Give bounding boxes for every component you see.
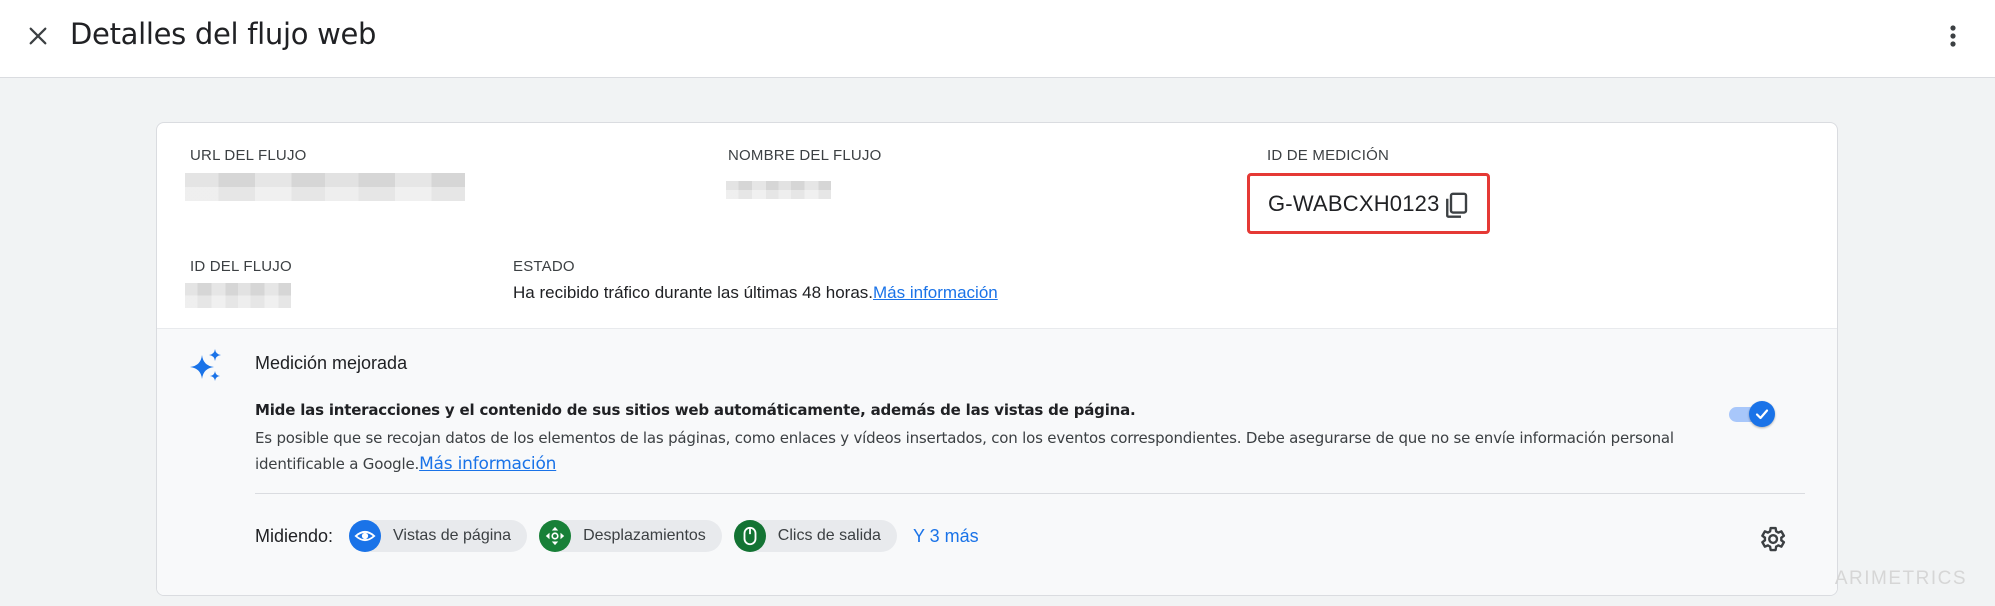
chip-label: Vistas de página xyxy=(393,527,512,544)
mouse-icon xyxy=(733,520,766,552)
sparkle-icon xyxy=(190,349,221,381)
chip-scrolls[interactable]: Desplazamientos xyxy=(539,520,722,552)
close-icon xyxy=(29,27,47,45)
more-events-link[interactable]: Y 3 más xyxy=(913,526,979,547)
enhanced-measurement-description: Es posible que se recojan datos de los e… xyxy=(255,425,1705,477)
enhanced-measurement-more-info-link[interactable]: Más información xyxy=(419,454,556,474)
more-vert-icon xyxy=(1950,25,1956,47)
stream-details-card: URL DEL FLUJO NOMBRE DEL FLUJO ID DE MED… xyxy=(156,122,1838,596)
enhanced-measurement-summary: Mide las interacciones y el contenido de… xyxy=(255,401,1136,419)
stream-name-value-redacted xyxy=(726,181,831,199)
chip-outbound-clicks[interactable]: Clics de salida xyxy=(733,520,897,552)
section-divider xyxy=(255,493,1805,494)
toggle-knob xyxy=(1749,401,1775,427)
status-more-info-link[interactable]: Más información xyxy=(873,283,998,302)
check-icon xyxy=(1755,409,1769,420)
stream-url-value-redacted xyxy=(185,173,465,201)
stream-id-value-redacted xyxy=(185,283,291,308)
measurement-id-highlight: G-WABCXH0123 xyxy=(1247,173,1490,234)
enhanced-measurement-toggle[interactable] xyxy=(1727,399,1779,429)
gear-icon[interactable] xyxy=(1757,524,1787,554)
status-label: ESTADO xyxy=(513,258,575,275)
measurement-id-label: ID DE MEDICIÓN xyxy=(1267,147,1389,164)
copy-icon[interactable] xyxy=(1441,189,1471,221)
chip-label: Desplazamientos xyxy=(583,527,706,544)
chip-label: Clics de salida xyxy=(777,527,881,544)
eye-icon xyxy=(349,520,382,552)
chip-page-views[interactable]: Vistas de página xyxy=(349,520,528,552)
top-bar: Detalles del flujo web xyxy=(0,0,1995,78)
stream-id-label: ID DEL FLUJO xyxy=(190,258,292,275)
measuring-label: Midiendo: xyxy=(255,525,334,546)
watermark-logo: ARIMETRICS xyxy=(1834,568,1967,589)
enhanced-measurement-section: Medición mejorada Mide las interacciones… xyxy=(157,328,1837,595)
more-options-button[interactable] xyxy=(1941,18,1965,54)
measuring-row: Midiendo: Vistas de página Desplazamient… xyxy=(255,519,979,553)
stream-name-label: NOMBRE DEL FLUJO xyxy=(728,147,882,164)
close-button[interactable] xyxy=(20,18,56,54)
stream-url-label: URL DEL FLUJO xyxy=(190,147,307,164)
page-title: Detalles del flujo web xyxy=(70,17,377,51)
scroll-arrows-icon xyxy=(539,520,572,552)
measurement-id-value[interactable]: G-WABCXH0123 xyxy=(1268,191,1440,217)
status-message: Ha recibido tráfico durante las últimas … xyxy=(513,283,874,302)
enhanced-measurement-title: Medición mejorada xyxy=(255,353,408,373)
status-text: Ha recibido tráfico durante las últimas … xyxy=(513,283,998,303)
